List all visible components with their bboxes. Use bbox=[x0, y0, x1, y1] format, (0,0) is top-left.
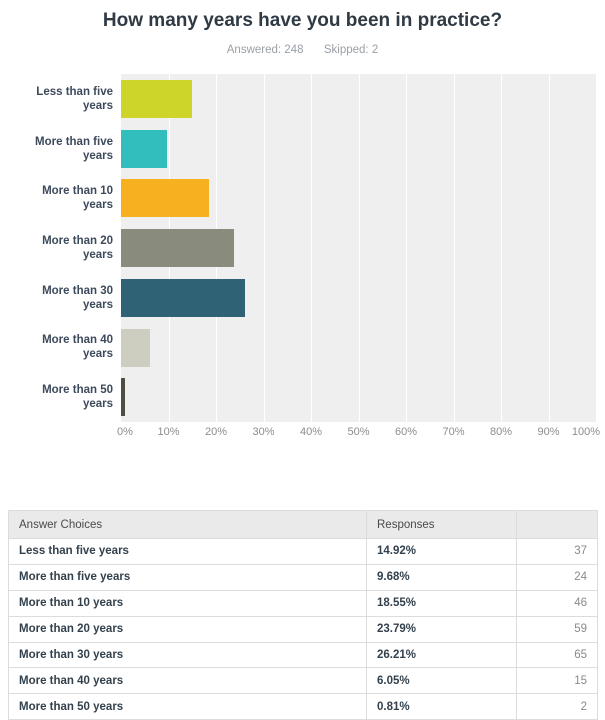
chart-bars bbox=[121, 74, 596, 422]
table-row: More than five years 9.68% 24 bbox=[8, 563, 598, 591]
table-row: More than 50 years 0.81% 2 bbox=[8, 693, 598, 720]
cell-answer-choice: More than 30 years bbox=[8, 641, 367, 669]
y-axis-label-line: More than 20 bbox=[42, 235, 113, 247]
bar-2[interactable] bbox=[121, 129, 167, 168]
y-axis-label-line: years bbox=[82, 199, 113, 212]
cell-response-count: 24 bbox=[516, 563, 598, 591]
table-row: Less than five years 14.92% 37 bbox=[8, 538, 598, 565]
responses-table-container: Answer Choices Responses Less than five … bbox=[8, 510, 598, 720]
answered-count: Answered: 248 bbox=[226, 44, 304, 56]
y-axis-label-line: years bbox=[82, 398, 113, 411]
y-axis-label: More than 50 years bbox=[0, 383, 113, 411]
table-row: More than 20 years 23.79% 59 bbox=[8, 615, 598, 643]
bar-6[interactable] bbox=[121, 328, 150, 367]
table-body: Less than five years 14.92% 37 More than fi… bbox=[8, 538, 598, 720]
y-axis-label: Less than five years bbox=[0, 85, 113, 113]
cell-answer-choice: More than 50 years bbox=[8, 693, 367, 720]
cell-response-count: 37 bbox=[516, 538, 598, 565]
y-axis-label-line: years bbox=[82, 99, 113, 112]
bar-row bbox=[121, 223, 596, 273]
cell-response-count: 15 bbox=[516, 667, 598, 695]
y-axis-label-line: More than 40 bbox=[42, 334, 113, 347]
y-axis-label-line: years bbox=[82, 149, 113, 162]
column-header-responses: Responses bbox=[366, 510, 517, 539]
bar-7[interactable] bbox=[121, 378, 125, 417]
chart-header: How many years have you been in practice… bbox=[0, 0, 605, 56]
bar-row bbox=[121, 372, 596, 422]
x-axis-tick-label: 70% bbox=[442, 426, 465, 438]
chart-x-axis-labels: 0% 10% 20% 30% 40% 50% 60% 70% 80% 90% 100% bbox=[117, 426, 600, 446]
cell-answer-choice: More than five years bbox=[8, 563, 367, 591]
bar-row bbox=[121, 173, 596, 223]
table-header-row: Answer Choices Responses bbox=[8, 510, 598, 539]
cell-answer-choice: More than 10 years bbox=[8, 589, 367, 617]
cell-response-percent: 9.68% bbox=[366, 563, 517, 591]
cell-response-percent: 14.92% bbox=[366, 538, 517, 565]
cell-response-count: 2 bbox=[516, 693, 598, 720]
y-axis-label-line: More than 10 bbox=[42, 185, 113, 198]
table-row: More than 10 years 18.55% 46 bbox=[8, 589, 598, 617]
x-axis-tick-label: 50% bbox=[347, 426, 370, 438]
cell-response-percent: 23.79% bbox=[366, 615, 517, 643]
bar-5[interactable] bbox=[121, 278, 246, 317]
x-axis-tick-label: 10% bbox=[157, 426, 180, 438]
cell-answer-choice: Less than five years bbox=[8, 538, 367, 565]
bar-1[interactable] bbox=[121, 80, 192, 118]
bar-chart: Less than five years More than five years Mo… bbox=[0, 74, 605, 454]
page-title: How many years have you been in practice… bbox=[102, 10, 503, 31]
bar-3[interactable] bbox=[121, 179, 210, 218]
y-axis-label-line: years bbox=[82, 348, 113, 361]
y-axis-label-line: More than 50 bbox=[42, 384, 113, 397]
table-row: More than 30 years 26.21% 65 bbox=[8, 641, 598, 669]
cell-response-count: 65 bbox=[516, 641, 598, 669]
cell-response-count: 46 bbox=[516, 589, 598, 617]
x-axis-tick-label: 60% bbox=[394, 426, 418, 438]
skipped-count: Skipped: 2 bbox=[323, 44, 379, 56]
y-axis-label: More than 30 years bbox=[0, 284, 113, 312]
cell-response-percent: 26.21% bbox=[366, 641, 517, 669]
cell-response-percent: 0.81% bbox=[366, 693, 517, 720]
bar-row bbox=[121, 323, 596, 373]
y-axis-label-line: years bbox=[82, 298, 113, 311]
y-axis-label-line: More than five bbox=[35, 135, 113, 148]
x-axis-tick-label: 100% bbox=[571, 426, 601, 438]
x-axis-tick-label: 0% bbox=[117, 426, 133, 438]
bar-row bbox=[121, 74, 596, 124]
gridline bbox=[596, 74, 597, 422]
x-axis-tick-label: 30% bbox=[252, 426, 275, 438]
table-header: Answer Choices Responses bbox=[8, 510, 598, 539]
x-axis-tick-label: 40% bbox=[299, 426, 323, 438]
chart-plot-area bbox=[121, 74, 597, 422]
x-axis-tick-label: 90% bbox=[537, 426, 560, 438]
y-axis-label-line: years bbox=[82, 249, 113, 261]
y-axis-label-line: Less than five bbox=[36, 85, 113, 98]
chart-y-axis-labels: Less than five years More than five years Mo… bbox=[0, 74, 113, 422]
column-header-answer-choices: Answer Choices bbox=[8, 510, 367, 539]
table-row: More than 40 years 6.05% 15 bbox=[8, 667, 598, 695]
bar-row bbox=[121, 124, 596, 174]
x-axis-tick-label: 80% bbox=[489, 426, 513, 438]
cell-response-percent: 6.05% bbox=[366, 667, 517, 695]
y-axis-label-line: More than 30 bbox=[42, 284, 113, 297]
y-axis-label: More than 10 years bbox=[0, 184, 113, 212]
bar-row bbox=[121, 273, 596, 323]
y-axis-label: More than five years bbox=[0, 135, 113, 163]
cell-response-percent: 18.55% bbox=[366, 589, 517, 617]
y-axis-label: More than 40 years bbox=[0, 333, 113, 361]
cell-response-count: 59 bbox=[516, 615, 598, 643]
cell-answer-choice: More than 20 years bbox=[8, 615, 367, 643]
response-summary: Answered: 248 Skipped: 2 bbox=[0, 44, 605, 56]
responses-table: Answer Choices Responses Less than five … bbox=[8, 510, 598, 720]
y-axis-label: More than 20 years bbox=[0, 234, 113, 262]
x-axis-tick-label: 20% bbox=[204, 426, 228, 438]
column-header-count-spacer bbox=[516, 510, 598, 539]
bar-4[interactable] bbox=[121, 229, 234, 268]
cell-answer-choice: More than 40 years bbox=[8, 667, 367, 695]
